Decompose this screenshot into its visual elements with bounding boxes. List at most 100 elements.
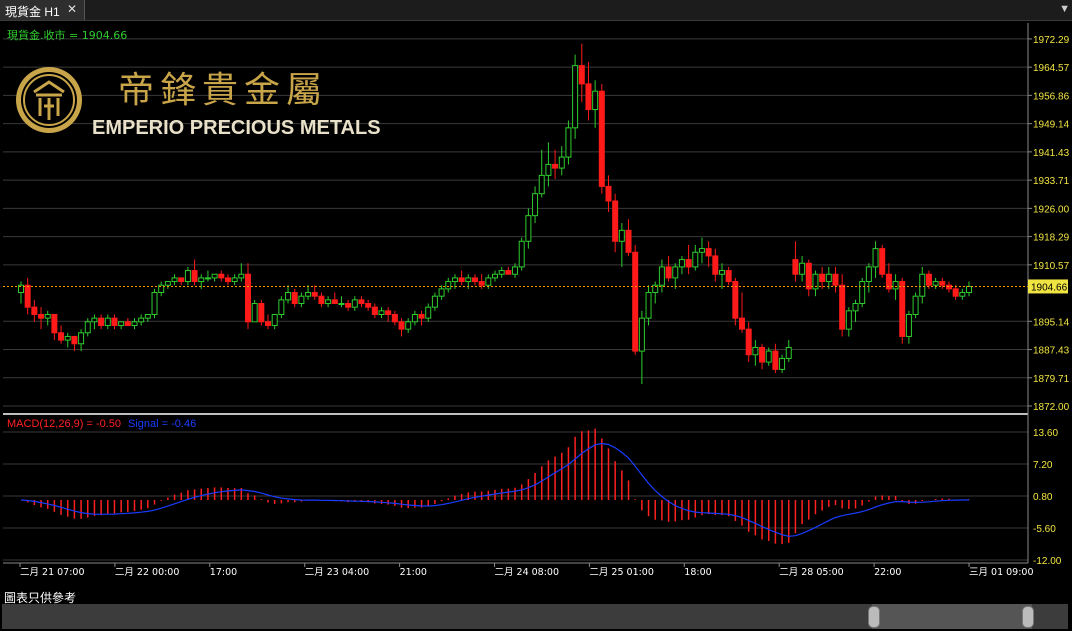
candle-body bbox=[24, 284, 31, 308]
candle-body bbox=[291, 292, 298, 305]
time-tick-label: 三月 01 09:00 bbox=[969, 567, 1034, 578]
candle-body bbox=[792, 259, 799, 275]
candle-body bbox=[445, 281, 452, 290]
candle-body bbox=[178, 277, 185, 283]
candle-body bbox=[278, 299, 285, 315]
scroll-window[interactable] bbox=[872, 604, 1032, 629]
candle-body bbox=[685, 259, 692, 268]
candle-body bbox=[859, 281, 866, 305]
candle-body bbox=[38, 313, 45, 319]
candle-body bbox=[498, 270, 505, 275]
candle-body bbox=[805, 262, 812, 290]
candle-body bbox=[298, 295, 305, 305]
candle-body bbox=[418, 313, 425, 319]
candle-body bbox=[819, 273, 826, 283]
candle-body bbox=[865, 266, 872, 283]
candle-body bbox=[485, 277, 492, 286]
candle-body bbox=[31, 306, 38, 315]
candle-body bbox=[184, 270, 191, 283]
candle-body bbox=[251, 303, 258, 323]
tab-gold-h1[interactable]: 現貨金 H1 ✕ bbox=[0, 0, 85, 20]
candle-body bbox=[678, 259, 685, 268]
macd-tick-label: -5.60 bbox=[1033, 524, 1056, 535]
candle-body bbox=[351, 299, 358, 308]
candle-body bbox=[305, 292, 312, 297]
price-tick-label: 1872.00 bbox=[1033, 402, 1070, 413]
candle-body bbox=[598, 90, 605, 187]
candle-body bbox=[558, 156, 565, 169]
price-tick-label: 1956.86 bbox=[1033, 91, 1070, 102]
candle-body bbox=[799, 262, 806, 275]
macd-label: MACD(12,26,9) = -0.50 bbox=[7, 418, 121, 430]
candle-body bbox=[698, 248, 705, 253]
candle-body bbox=[244, 273, 251, 323]
candle-body bbox=[845, 310, 852, 330]
candle-body bbox=[451, 277, 458, 283]
candle-body bbox=[271, 313, 278, 326]
price-tick-label: 1918.29 bbox=[1033, 233, 1070, 244]
candle-body bbox=[311, 292, 318, 297]
candle-body bbox=[572, 65, 579, 129]
candle-body bbox=[932, 281, 939, 286]
tab-label: 現貨金 H1 bbox=[5, 5, 60, 19]
candle-body bbox=[64, 335, 71, 341]
candle-body bbox=[218, 273, 225, 279]
close-icon[interactable]: ✕ bbox=[67, 2, 77, 16]
candle-body bbox=[912, 295, 919, 315]
candle-body bbox=[759, 346, 766, 363]
time-tick-label: 二月 25 01:00 bbox=[589, 567, 654, 578]
price-tick-label: 1910.57 bbox=[1033, 261, 1070, 272]
candle-body bbox=[144, 313, 151, 319]
candle-body bbox=[618, 229, 625, 242]
candle-body bbox=[545, 163, 552, 176]
candle-body bbox=[405, 321, 412, 330]
candle-body bbox=[665, 266, 672, 279]
candle-body bbox=[612, 200, 619, 242]
candle-body bbox=[839, 284, 846, 330]
price-tick-label: 1887.43 bbox=[1033, 346, 1070, 357]
candle-body bbox=[425, 306, 432, 319]
scroll-handle-right[interactable] bbox=[1022, 606, 1034, 628]
candle-body bbox=[712, 255, 719, 275]
candle-body bbox=[899, 281, 906, 337]
candle-body bbox=[325, 299, 332, 305]
candle-body bbox=[505, 270, 512, 275]
candle-body bbox=[191, 270, 198, 283]
candle-body bbox=[151, 292, 158, 315]
candle-body bbox=[71, 335, 78, 345]
candle-body bbox=[331, 299, 338, 305]
candle-body bbox=[104, 317, 111, 326]
candle-body bbox=[672, 266, 679, 279]
brand-logo: 帝鋒貴金屬 EMPERIO PRECIOUS METALS bbox=[14, 62, 394, 142]
candle-body bbox=[538, 174, 545, 195]
candle-body bbox=[925, 273, 932, 286]
price-tick-label: 1879.71 bbox=[1033, 374, 1070, 385]
macd-axis-ticks: 13.60 7.20 0.80 -5.60 -12.00 bbox=[1033, 428, 1062, 567]
candle-body bbox=[632, 251, 639, 352]
candle-body bbox=[204, 277, 211, 280]
candle-body bbox=[692, 251, 699, 268]
candle-body bbox=[371, 306, 378, 315]
candle-body bbox=[638, 317, 645, 352]
candle-body bbox=[832, 273, 839, 286]
candle-body bbox=[732, 281, 739, 319]
candle-body bbox=[44, 313, 51, 319]
candle-body bbox=[752, 346, 759, 356]
macd-tick-label: 7.20 bbox=[1033, 460, 1053, 471]
candle-body bbox=[458, 277, 465, 283]
candle-body bbox=[471, 277, 478, 283]
candle-body bbox=[945, 284, 952, 290]
candle-body bbox=[645, 292, 652, 319]
candle-body bbox=[578, 65, 585, 85]
candle-body bbox=[345, 303, 352, 308]
price-tick-label: 1941.43 bbox=[1033, 148, 1070, 159]
candle-body bbox=[478, 281, 485, 286]
last-price-label: 1904.66 bbox=[1031, 282, 1068, 293]
scroll-handle-left[interactable] bbox=[868, 606, 880, 628]
candle-body bbox=[518, 240, 525, 268]
chart-scrollbar[interactable] bbox=[2, 604, 1068, 629]
candle-body bbox=[171, 277, 178, 283]
chevron-down-icon[interactable]: ▼ bbox=[1059, 3, 1070, 15]
candle-body bbox=[265, 321, 272, 326]
candle-body bbox=[492, 273, 498, 279]
